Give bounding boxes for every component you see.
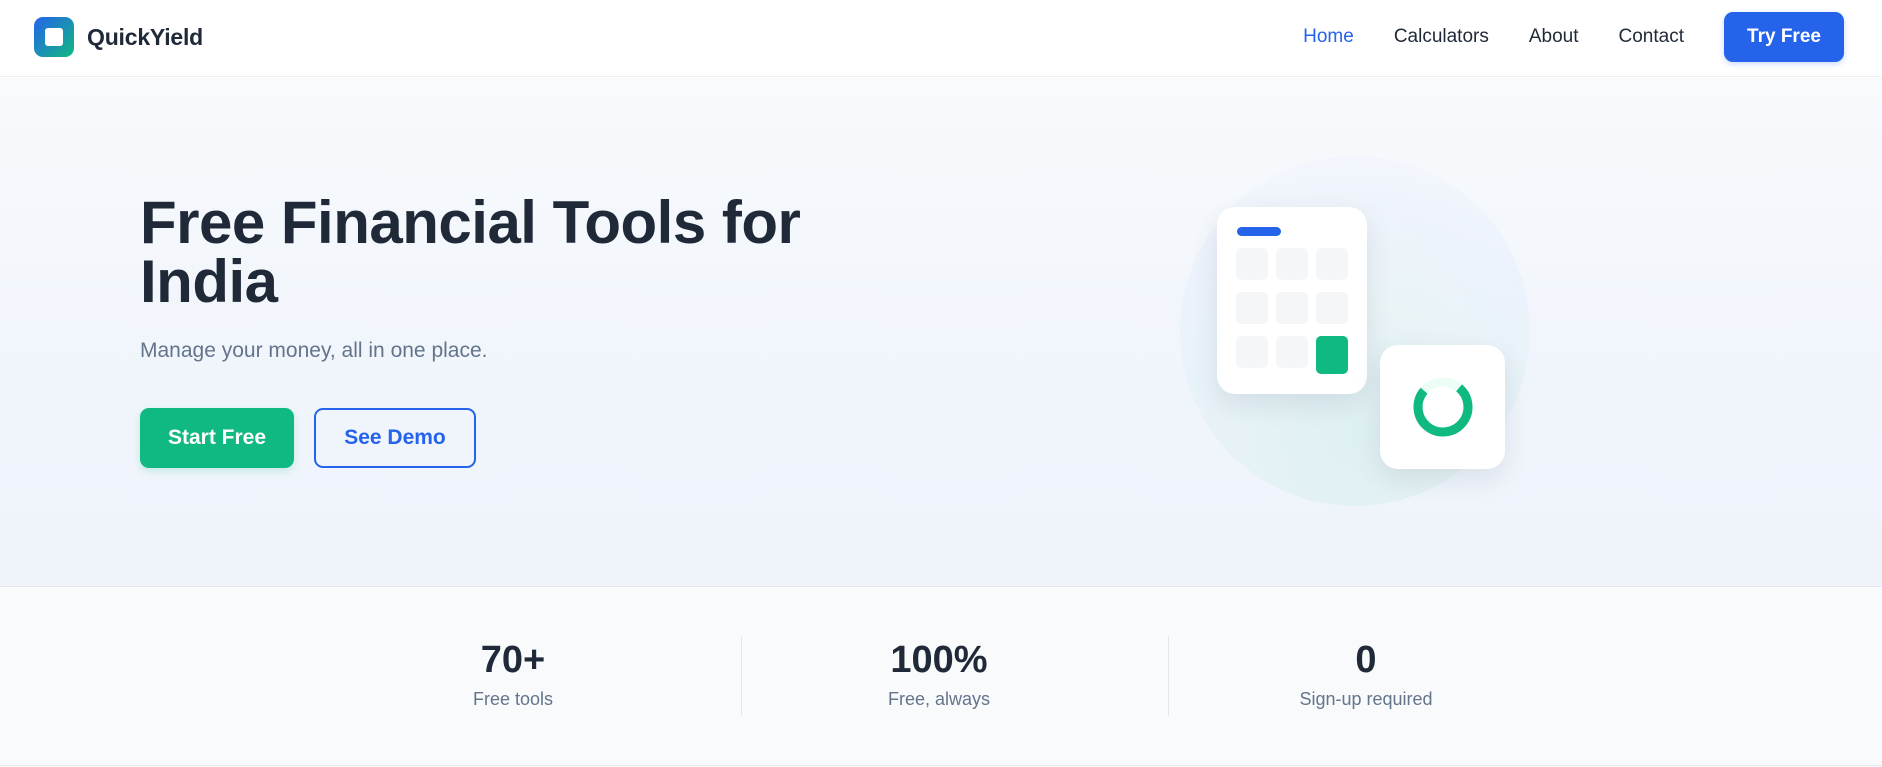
try-free-button[interactable]: Try Free (1724, 12, 1844, 62)
section-border (0, 765, 1882, 766)
stat-value: 100% (890, 639, 988, 681)
stat-free-always: 100% Free, always (789, 637, 1089, 710)
calculator-display (1237, 227, 1281, 236)
stat-signup-required: 0 Sign-up required (1216, 637, 1516, 710)
calculator-key (1236, 248, 1268, 280)
nav-link-about[interactable]: About (1529, 12, 1579, 62)
calculator-key (1316, 248, 1348, 280)
stat-divider (1168, 636, 1169, 716)
nav-links: Home Calculators About Contact Try Free (1303, 12, 1844, 62)
hero-title: Free Financial Tools for India (140, 189, 801, 315)
stat-label: Free, always (887, 689, 991, 709)
hero-section: Free Financial Tools for India Manage yo… (0, 78, 1882, 587)
stats-section: 70+ Free tools 100% Free, always 0 Sign-… (0, 588, 1882, 767)
calculator-key (1276, 248, 1308, 280)
hero-subtitle: Manage your money, all in one place. (140, 339, 488, 362)
donut-chart-icon (1380, 345, 1505, 469)
stat-free-tools: 70+ Free tools (363, 637, 663, 710)
stat-label: Free tools (472, 689, 554, 709)
start-free-button[interactable]: Start Free (140, 408, 294, 468)
calculator-key (1276, 336, 1308, 368)
top-navigation: QuickYield Home Calculators About Contac… (0, 0, 1882, 77)
calculator-key (1316, 292, 1348, 324)
nav-link-home[interactable]: Home (1303, 12, 1354, 62)
stat-value: 0 (1355, 639, 1377, 681)
square-logo-icon (34, 17, 74, 57)
calculator-key (1276, 292, 1308, 324)
calculator-key (1236, 336, 1268, 368)
nav-link-calculators[interactable]: Calculators (1394, 12, 1489, 62)
calculator-key-equals (1316, 336, 1348, 374)
brand[interactable]: QuickYield (34, 17, 203, 57)
stat-label: Sign-up required (1299, 689, 1433, 709)
see-demo-button[interactable]: See Demo (314, 408, 476, 468)
stat-value: 70+ (480, 639, 546, 681)
calculator-icon (1217, 207, 1367, 394)
stat-divider (741, 636, 742, 716)
brand-name: QuickYield (87, 23, 204, 50)
nav-link-contact[interactable]: Contact (1619, 12, 1684, 62)
donut-ring (1413, 377, 1472, 437)
calculator-key (1236, 292, 1268, 324)
